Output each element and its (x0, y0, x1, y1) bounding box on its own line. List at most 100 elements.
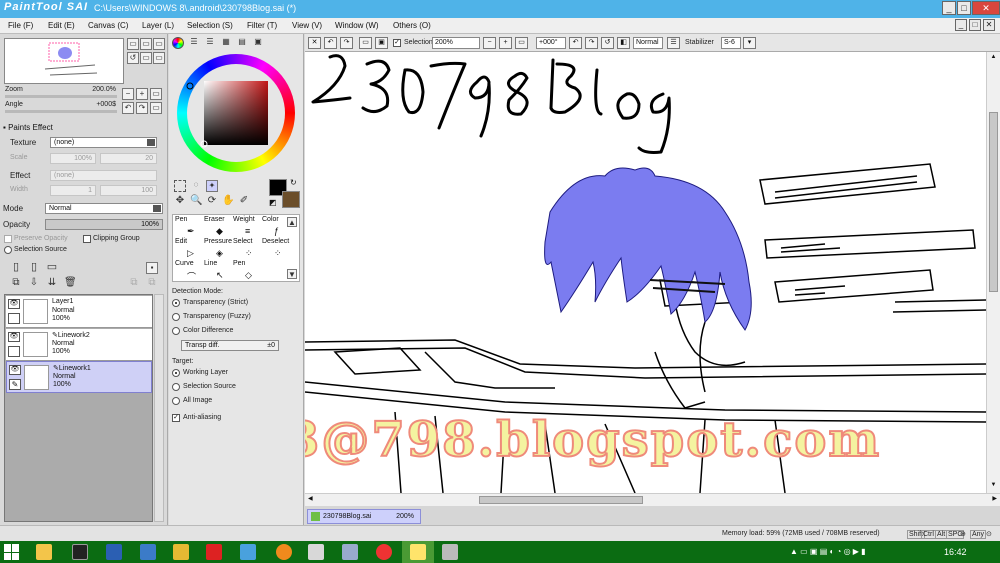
target-all-image-radio[interactable] (172, 397, 180, 405)
swap-colors-icon[interactable]: ↻ (290, 178, 297, 187)
move-icon[interactable]: ✥ (174, 196, 186, 208)
sai-taskbar-button[interactable] (402, 541, 434, 563)
drawing-canvas[interactable]: anime23@798.blogspot.com (305, 52, 986, 493)
merge-down-icon[interactable]: ⇊ (46, 278, 58, 290)
tool-scroll-down-icon[interactable]: ▼ (287, 269, 297, 279)
menu-selection[interactable]: Selection (S) (187, 21, 233, 30)
rotate-right-button[interactable]: ↷ (136, 102, 148, 114)
vertical-scroll-thumb[interactable] (989, 112, 998, 292)
app-icon-5[interactable] (276, 544, 292, 560)
swatches-tab-icon[interactable]: ▦ (220, 37, 232, 49)
app-icon-8[interactable] (442, 544, 458, 560)
scratchpad-tab-icon[interactable]: ▤ (236, 37, 248, 49)
menu-file[interactable]: File (F) (8, 21, 33, 30)
rect-select-icon[interactable] (174, 180, 186, 192)
minimize-button[interactable]: _ (942, 1, 956, 15)
target-working-layer-radio[interactable] (172, 369, 180, 377)
app-icon-2[interactable] (173, 544, 189, 560)
word-icon[interactable] (106, 544, 122, 560)
menu-window[interactable]: Window (W) (335, 21, 379, 30)
nav-zoom-out-button[interactable]: ▭ (127, 38, 139, 50)
rotate-ccw-icon[interactable]: ↶ (569, 37, 582, 49)
rotate-reset-icon[interactable]: ↺ (601, 37, 614, 49)
detection-strict-radio[interactable] (172, 299, 180, 307)
app-icon-7[interactable] (342, 544, 358, 560)
app-icon-3[interactable] (206, 544, 222, 560)
nav-zoom-in-button[interactable]: ▭ (140, 38, 152, 50)
menu-others[interactable]: Others (O) (393, 21, 431, 30)
scroll-left-icon[interactable]: ◀ (308, 495, 313, 502)
nav-reset-button[interactable]: ↺ (127, 52, 139, 64)
horizontal-scroll-thumb[interactable] (479, 496, 643, 504)
secondary-color-swatch[interactable] (282, 191, 300, 208)
zoom-reset-button[interactable]: ▭ (150, 88, 162, 100)
tool-curve[interactable]: Curve ⌒ (173, 259, 202, 285)
transp-diff-slider[interactable]: Transp diff. ±0 (181, 340, 279, 351)
navigator-preview[interactable] (4, 38, 124, 84)
zoom-slider[interactable] (5, 95, 117, 98)
eye-icon[interactable]: 👁 (8, 332, 20, 342)
clipping-group-checkbox[interactable] (83, 235, 91, 243)
undo-icon[interactable]: ↶ (324, 37, 337, 49)
detection-color-radio[interactable] (172, 327, 180, 335)
target-selection-source-radio[interactable] (172, 383, 180, 391)
menu-canvas[interactable]: Canvas (C) (88, 21, 128, 30)
paints-effect-header[interactable]: ▪ Paints Effect (3, 123, 53, 132)
scroll-up-icon[interactable]: ▲ (989, 54, 998, 63)
tool-line[interactable]: Line ↖ (202, 259, 231, 285)
anti-aliasing-checkbox[interactable]: ✓ (172, 414, 180, 422)
layer-row-selected[interactable]: 👁 ✎ ✎Linework1 Normal 100% (6, 361, 152, 393)
chevron-down-icon[interactable]: ▾ (743, 37, 756, 49)
deselect-icon[interactable]: ▭ (359, 37, 372, 49)
canvas-vertical-scrollbar[interactable]: ▲ ▼ (986, 52, 1000, 493)
layer-mask-icon[interactable]: ⧉ (128, 278, 140, 290)
doc-minimize-button[interactable]: _ (955, 19, 967, 31)
pen-icon[interactable]: ✎ (9, 379, 21, 390)
eye-icon[interactable]: 👁 (9, 365, 21, 375)
eyedropper-icon[interactable]: ✐ (238, 196, 250, 208)
new-layer-icon[interactable]: ▯ (10, 262, 22, 274)
menu-layer[interactable]: Layer (L) (142, 21, 174, 30)
layer-row[interactable]: 👁 Layer1 Normal 100% (6, 296, 152, 328)
zoom-minus-button[interactable]: − (122, 88, 134, 100)
layer-panel-button[interactable]: ▪ (146, 262, 158, 274)
angle-slider[interactable] (5, 110, 117, 113)
canvas-horizontal-scrollbar[interactable]: ◀ ▶ (305, 493, 1000, 506)
lasso-icon[interactable]: ◌ (190, 180, 202, 192)
color-settings-icon[interactable]: ▣ (252, 37, 264, 49)
rgb-slider-tab-icon[interactable]: ☰ (188, 37, 200, 49)
hsv-slider-tab-icon[interactable]: ☰ (204, 37, 216, 49)
layer-scrollbar[interactable] (154, 294, 164, 522)
selection-checkbox[interactable]: ✓ (393, 39, 401, 47)
doc-close-button[interactable]: ✕ (983, 19, 995, 31)
layer-select-checkbox[interactable] (8, 346, 20, 357)
new-folder-icon[interactable]: ▭ (46, 262, 58, 274)
angle-field[interactable]: +000° (536, 37, 566, 49)
opacity-slider[interactable]: 100% (45, 219, 163, 230)
tool-pen-2[interactable]: Pen ◇ (231, 259, 260, 285)
eye-icon[interactable]: 👁 (8, 299, 20, 309)
app-icon-1[interactable] (140, 544, 156, 560)
tool-deselect[interactable]: Deselect ⁘ (260, 237, 289, 263)
tray-icons[interactable]: ▲ ▭ ▣ ▤ ◐ ◔ ◎ ▶ ▮ (790, 547, 866, 556)
transparent-color-icon[interactable]: ◩ (269, 198, 277, 207)
menu-filter[interactable]: Filter (T) (247, 21, 277, 30)
stabilizer-field[interactable]: S-6 (721, 37, 741, 49)
nav-rotate-button[interactable]: ▭ (140, 52, 152, 64)
chrome-icon[interactable] (376, 544, 392, 560)
detection-fuzzy-radio[interactable] (172, 313, 180, 321)
preserve-opacity-checkbox[interactable] (4, 235, 12, 243)
color-wheel[interactable] (177, 54, 297, 172)
zoom-plus-button[interactable]: + (136, 88, 148, 100)
file-explorer-icon[interactable] (36, 544, 52, 560)
texture-select[interactable]: (none) (50, 137, 157, 148)
windows-start-icon[interactable] (4, 544, 20, 560)
zoom-plus-icon[interactable]: + (499, 37, 512, 49)
flip-icon[interactable]: ◧ (617, 37, 630, 49)
zoom-tool-icon[interactable]: 🔍 (190, 196, 202, 208)
redo-icon[interactable]: ↷ (340, 37, 353, 49)
maximize-button[interactable]: □ (957, 1, 971, 15)
view-mode-icon[interactable]: ☰ (667, 37, 680, 49)
nav-flip-button[interactable]: ▭ (153, 52, 165, 64)
rotate-reset-button[interactable]: ▭ (150, 102, 162, 114)
